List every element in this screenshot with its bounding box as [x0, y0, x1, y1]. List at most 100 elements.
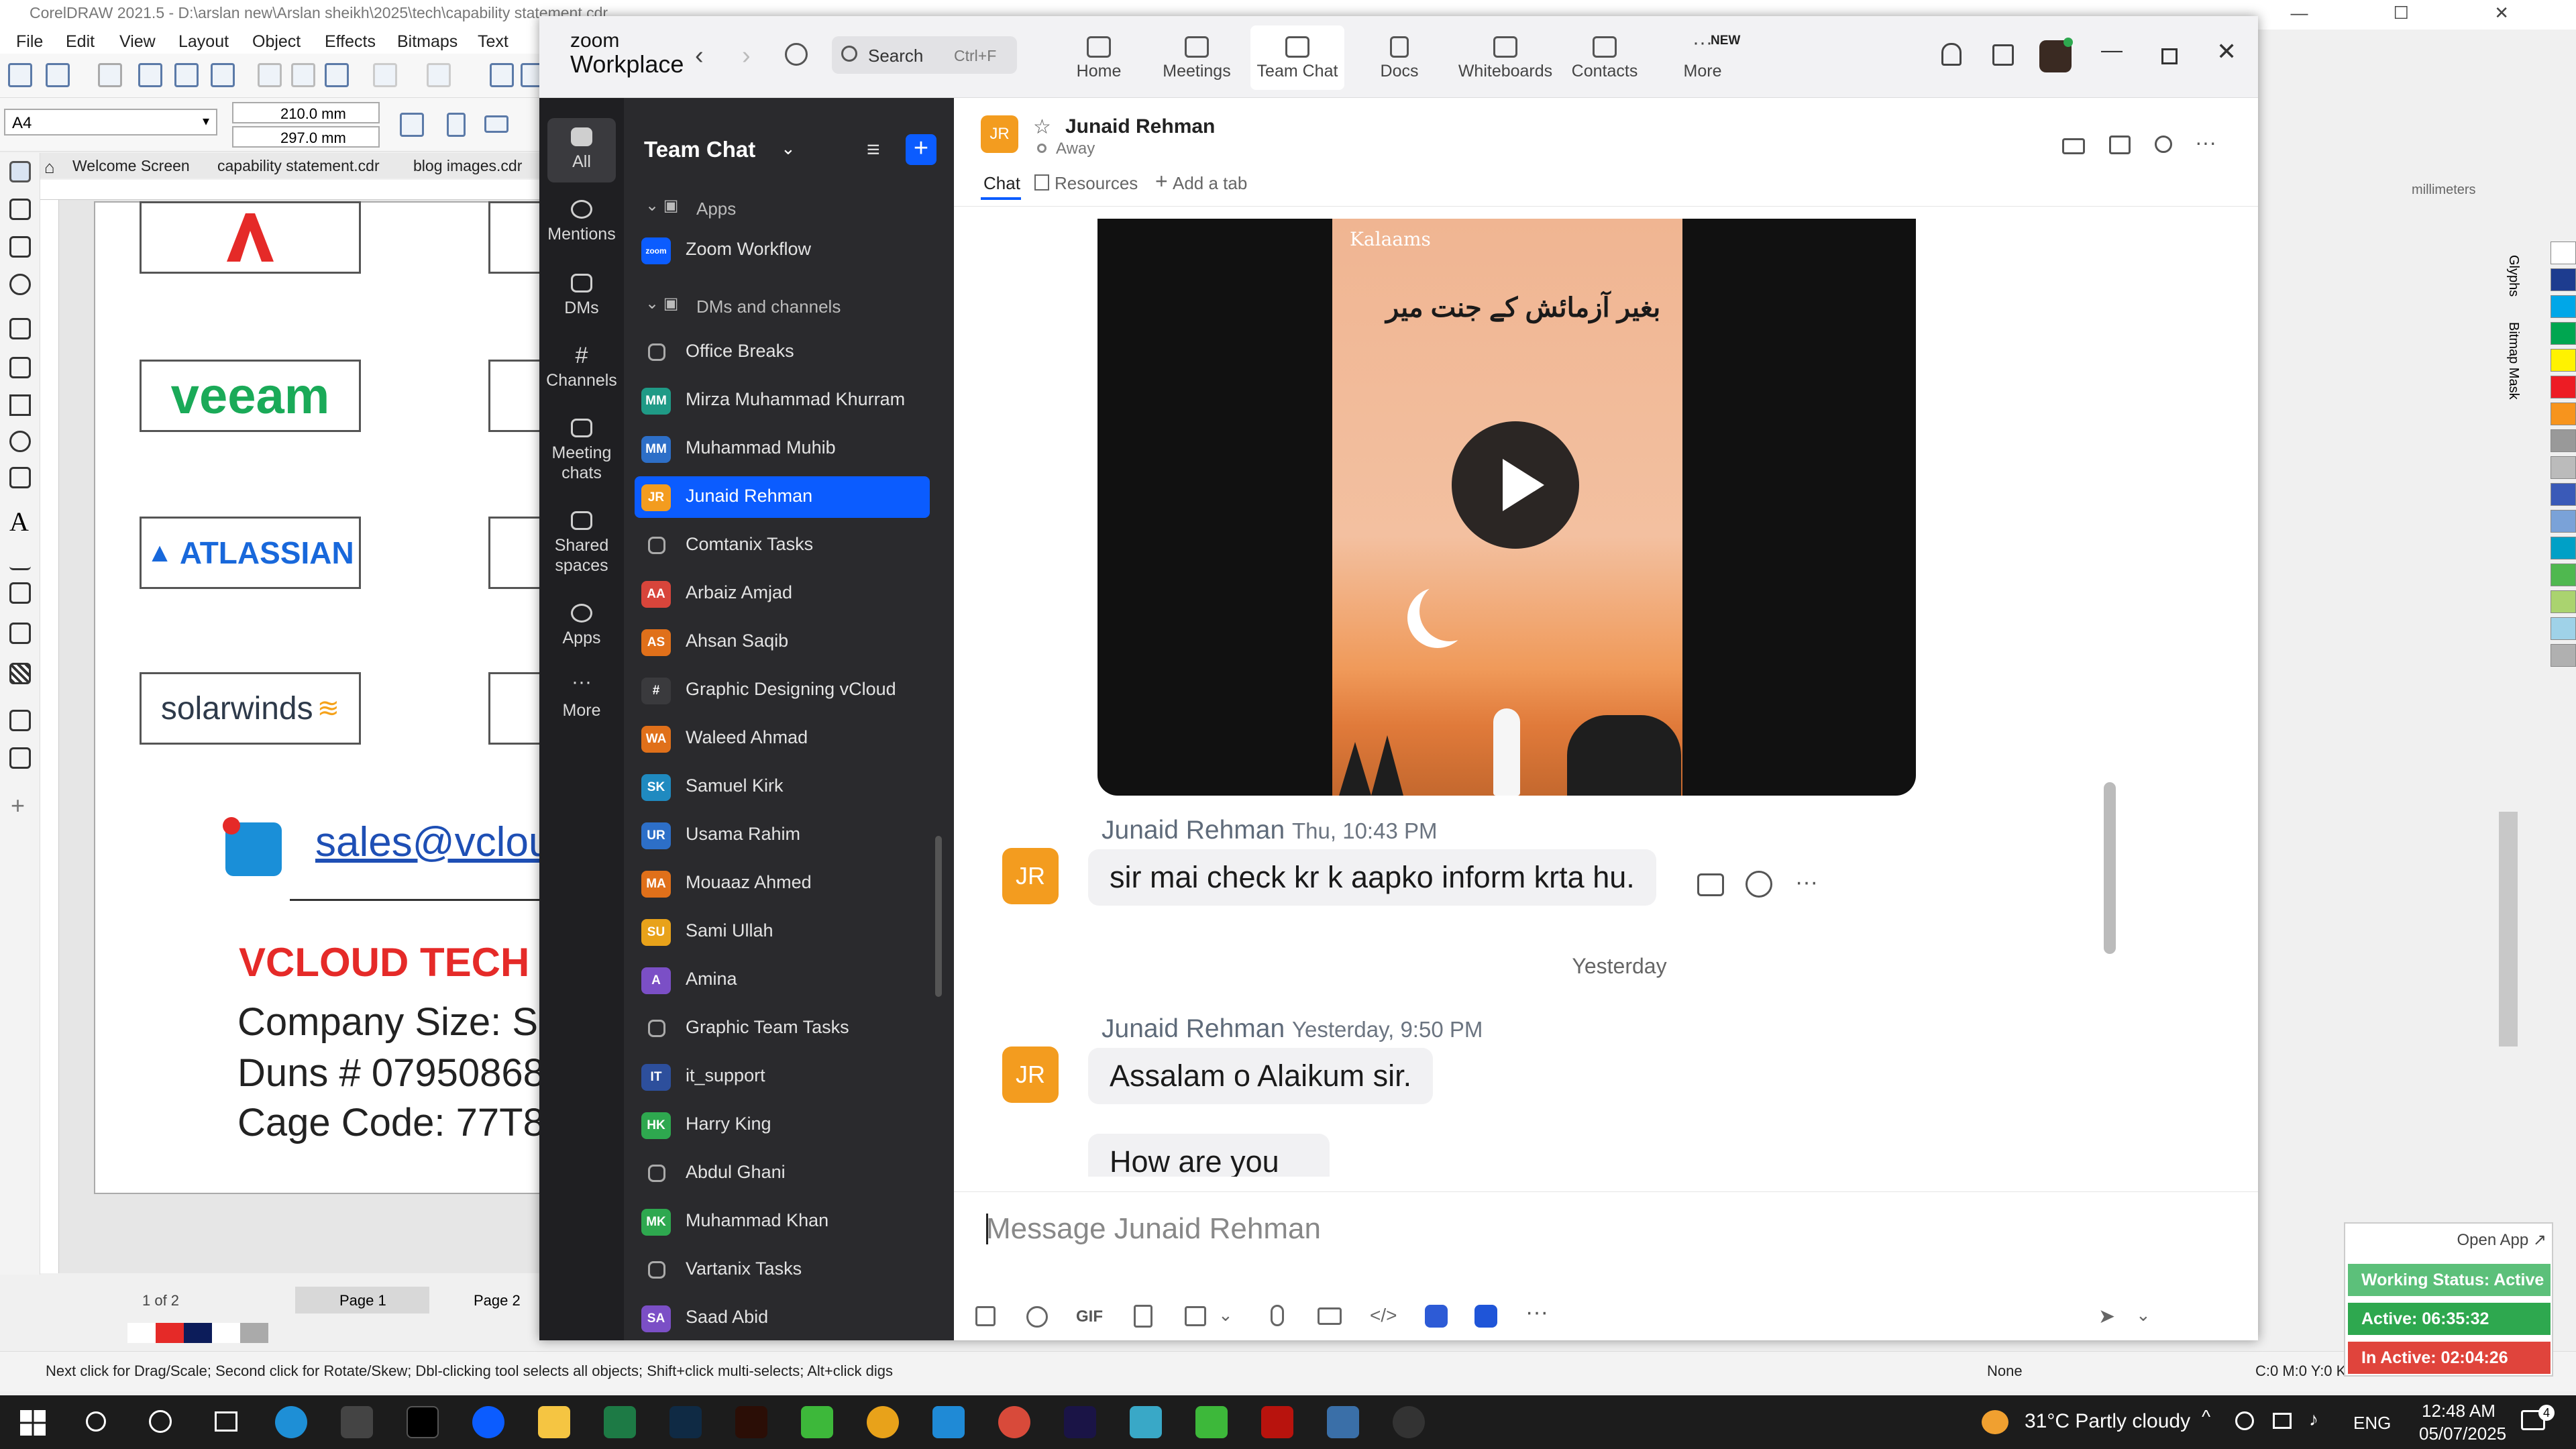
list-item[interactable]: WA Waleed Ahmad: [635, 718, 930, 759]
weather-icon[interactable]: [1982, 1410, 2008, 1434]
search-box[interactable]: Search Ctrl+F: [832, 36, 1017, 74]
palette-swatch[interactable]: [2551, 617, 2576, 640]
task-view-icon[interactable]: [215, 1411, 237, 1432]
message-bubble-partial[interactable]: How are you ???: [1088, 1134, 1330, 1177]
file-explorer-icon[interactable]: [538, 1406, 570, 1438]
rail-more[interactable]: ··· More: [539, 672, 624, 720]
docker-glyphs[interactable]: Glyphs: [2506, 255, 2521, 297]
print-icon[interactable]: [211, 63, 235, 87]
palette-swatch[interactable]: [2551, 456, 2576, 479]
shadow-tool-icon[interactable]: [9, 623, 31, 644]
list-item[interactable]: Office Breaks: [635, 331, 930, 373]
redo-icon[interactable]: [427, 63, 451, 87]
palette-swatch[interactable]: [2551, 241, 2576, 264]
landscape-icon[interactable]: [484, 115, 508, 133]
coreldraw-2-icon[interactable]: [1195, 1406, 1228, 1438]
add-tool-icon[interactable]: +: [11, 792, 25, 820]
message-more-icon[interactable]: ···: [1795, 869, 1818, 896]
list-item[interactable]: IT it_support: [635, 1056, 930, 1097]
clock-date[interactable]: 05/07/2025: [2419, 1424, 2506, 1444]
excel-icon[interactable]: [604, 1406, 636, 1438]
nav-contacts[interactable]: Contacts: [1558, 36, 1652, 81]
tab-capability[interactable]: capability statement.cdr: [217, 157, 380, 175]
nav-meetings[interactable]: Meetings: [1150, 36, 1244, 81]
list-item[interactable]: SU Sami Ullah: [635, 911, 930, 953]
list-item-zoom-workflow[interactable]: zoom Zoom Workflow: [635, 229, 930, 271]
minimize-icon[interactable]: —: [2101, 38, 2123, 62]
cortana-icon[interactable]: [149, 1410, 172, 1433]
nav-whiteboards[interactable]: Whiteboards: [1452, 36, 1559, 81]
pick-tool-icon[interactable]: [9, 161, 31, 182]
veeam-logo[interactable]: veeam: [140, 360, 361, 432]
rail-channels[interactable]: # Channels: [539, 344, 624, 390]
palette-swatch[interactable]: [2551, 402, 2576, 425]
cut-icon[interactable]: [258, 63, 282, 87]
search-icon[interactable]: [86, 1411, 106, 1432]
more-tools-icon[interactable]: ···: [1525, 1299, 1548, 1326]
video-message-icon[interactable]: [1318, 1307, 1342, 1325]
cage-code-line[interactable]: Cage Code: 77T86: [237, 1100, 566, 1145]
history-icon[interactable]: [785, 43, 808, 66]
tab-add[interactable]: Add a tab: [1173, 173, 1247, 194]
back-arrow-icon[interactable]: ‹: [695, 42, 704, 70]
code-snippet-icon[interactable]: </>: [1370, 1305, 1397, 1326]
tray-app-icon[interactable]: [2235, 1411, 2254, 1430]
maximize-icon[interactable]: [2161, 48, 2178, 64]
more-options-icon[interactable]: ···: [2195, 130, 2216, 155]
import-icon[interactable]: [490, 63, 514, 87]
height-field[interactable]: 297.0 mm: [232, 126, 380, 148]
nav-team-chat[interactable]: Team Chat: [1250, 25, 1344, 90]
paste-icon[interactable]: [325, 63, 349, 87]
microphone-icon[interactable]: [1271, 1305, 1284, 1326]
palette-swatch[interactable]: [2551, 510, 2576, 533]
palette-swatch[interactable]: [2551, 644, 2576, 667]
palette-swatch[interactable]: [2551, 429, 2576, 452]
fill-tool-icon[interactable]: [9, 747, 31, 769]
docker-bitmap-mask[interactable]: Bitmap Mask: [2506, 322, 2521, 400]
tab-resources[interactable]: Resources: [1055, 173, 1138, 194]
list-title[interactable]: Team Chat: [644, 137, 755, 162]
vscode-icon[interactable]: [932, 1406, 965, 1438]
list-item[interactable]: HK Harry King: [635, 1104, 930, 1146]
illustrator-icon[interactable]: [735, 1406, 767, 1438]
language-indicator[interactable]: ENG: [2353, 1413, 2391, 1434]
share-screen-icon[interactable]: [2109, 136, 2131, 154]
edge-icon[interactable]: [275, 1406, 307, 1438]
rail-meeting-chats[interactable]: Meeting chats: [539, 419, 624, 483]
chat-scrollbar[interactable]: [2104, 782, 2116, 954]
open-app-button[interactable]: Open App ↗: [2457, 1230, 2546, 1250]
inkscape-icon[interactable]: [341, 1406, 373, 1438]
rail-dms[interactable]: DMs: [539, 274, 624, 318]
eyedropper-tool-icon[interactable]: [9, 710, 31, 731]
menu-edit[interactable]: Edit: [66, 32, 95, 52]
photoshop-icon[interactable]: [669, 1406, 702, 1438]
tab-chat[interactable]: Chat: [983, 173, 1020, 194]
list-item[interactable]: # Graphic Designing vCloud: [635, 669, 930, 711]
gif-button[interactable]: GIF: [1076, 1307, 1103, 1326]
tab-welcome[interactable]: Welcome Screen: [72, 157, 190, 175]
email-text[interactable]: sales@vclou: [315, 818, 551, 866]
chat-header-name[interactable]: Junaid Rehman: [1065, 115, 1215, 138]
tray-arrow-icon[interactable]: ^: [2202, 1406, 2210, 1428]
open-icon[interactable]: [46, 63, 70, 87]
zoom-tool-icon[interactable]: [9, 274, 31, 295]
emoji-react-icon[interactable]: [1746, 871, 1772, 898]
duns-line[interactable]: Duns # 079508686: [237, 1051, 566, 1095]
list-item[interactable]: SA Saad Abid: [635, 1297, 930, 1339]
weather-text[interactable]: 31°C Partly cloudy: [2025, 1410, 2190, 1433]
palette-swatch[interactable]: [2551, 349, 2576, 372]
palette-swatch[interactable]: [2551, 590, 2576, 613]
crop-tool-icon[interactable]: [9, 236, 31, 258]
sender-name[interactable]: Junaid Rehman: [1102, 816, 1285, 845]
solarwinds-logo[interactable]: solarwinds ≋: [140, 672, 361, 745]
list-item[interactable]: MM Muhammad Muhib: [635, 428, 930, 470]
screenshot-icon[interactable]: [1185, 1306, 1206, 1326]
rectangle-tool-icon[interactable]: [9, 394, 31, 416]
rail-apps[interactable]: Apps: [539, 604, 624, 648]
app-icon-blue-2[interactable]: [1474, 1305, 1497, 1328]
compose-input[interactable]: Message Junaid Rehman: [974, 1199, 2235, 1252]
list-item[interactable]: MK Muhammad Khan: [635, 1201, 930, 1242]
palette-swatch[interactable]: [2551, 322, 2576, 345]
undo-icon[interactable]: [373, 63, 397, 87]
page-tab-1[interactable]: Page 1: [295, 1287, 429, 1313]
